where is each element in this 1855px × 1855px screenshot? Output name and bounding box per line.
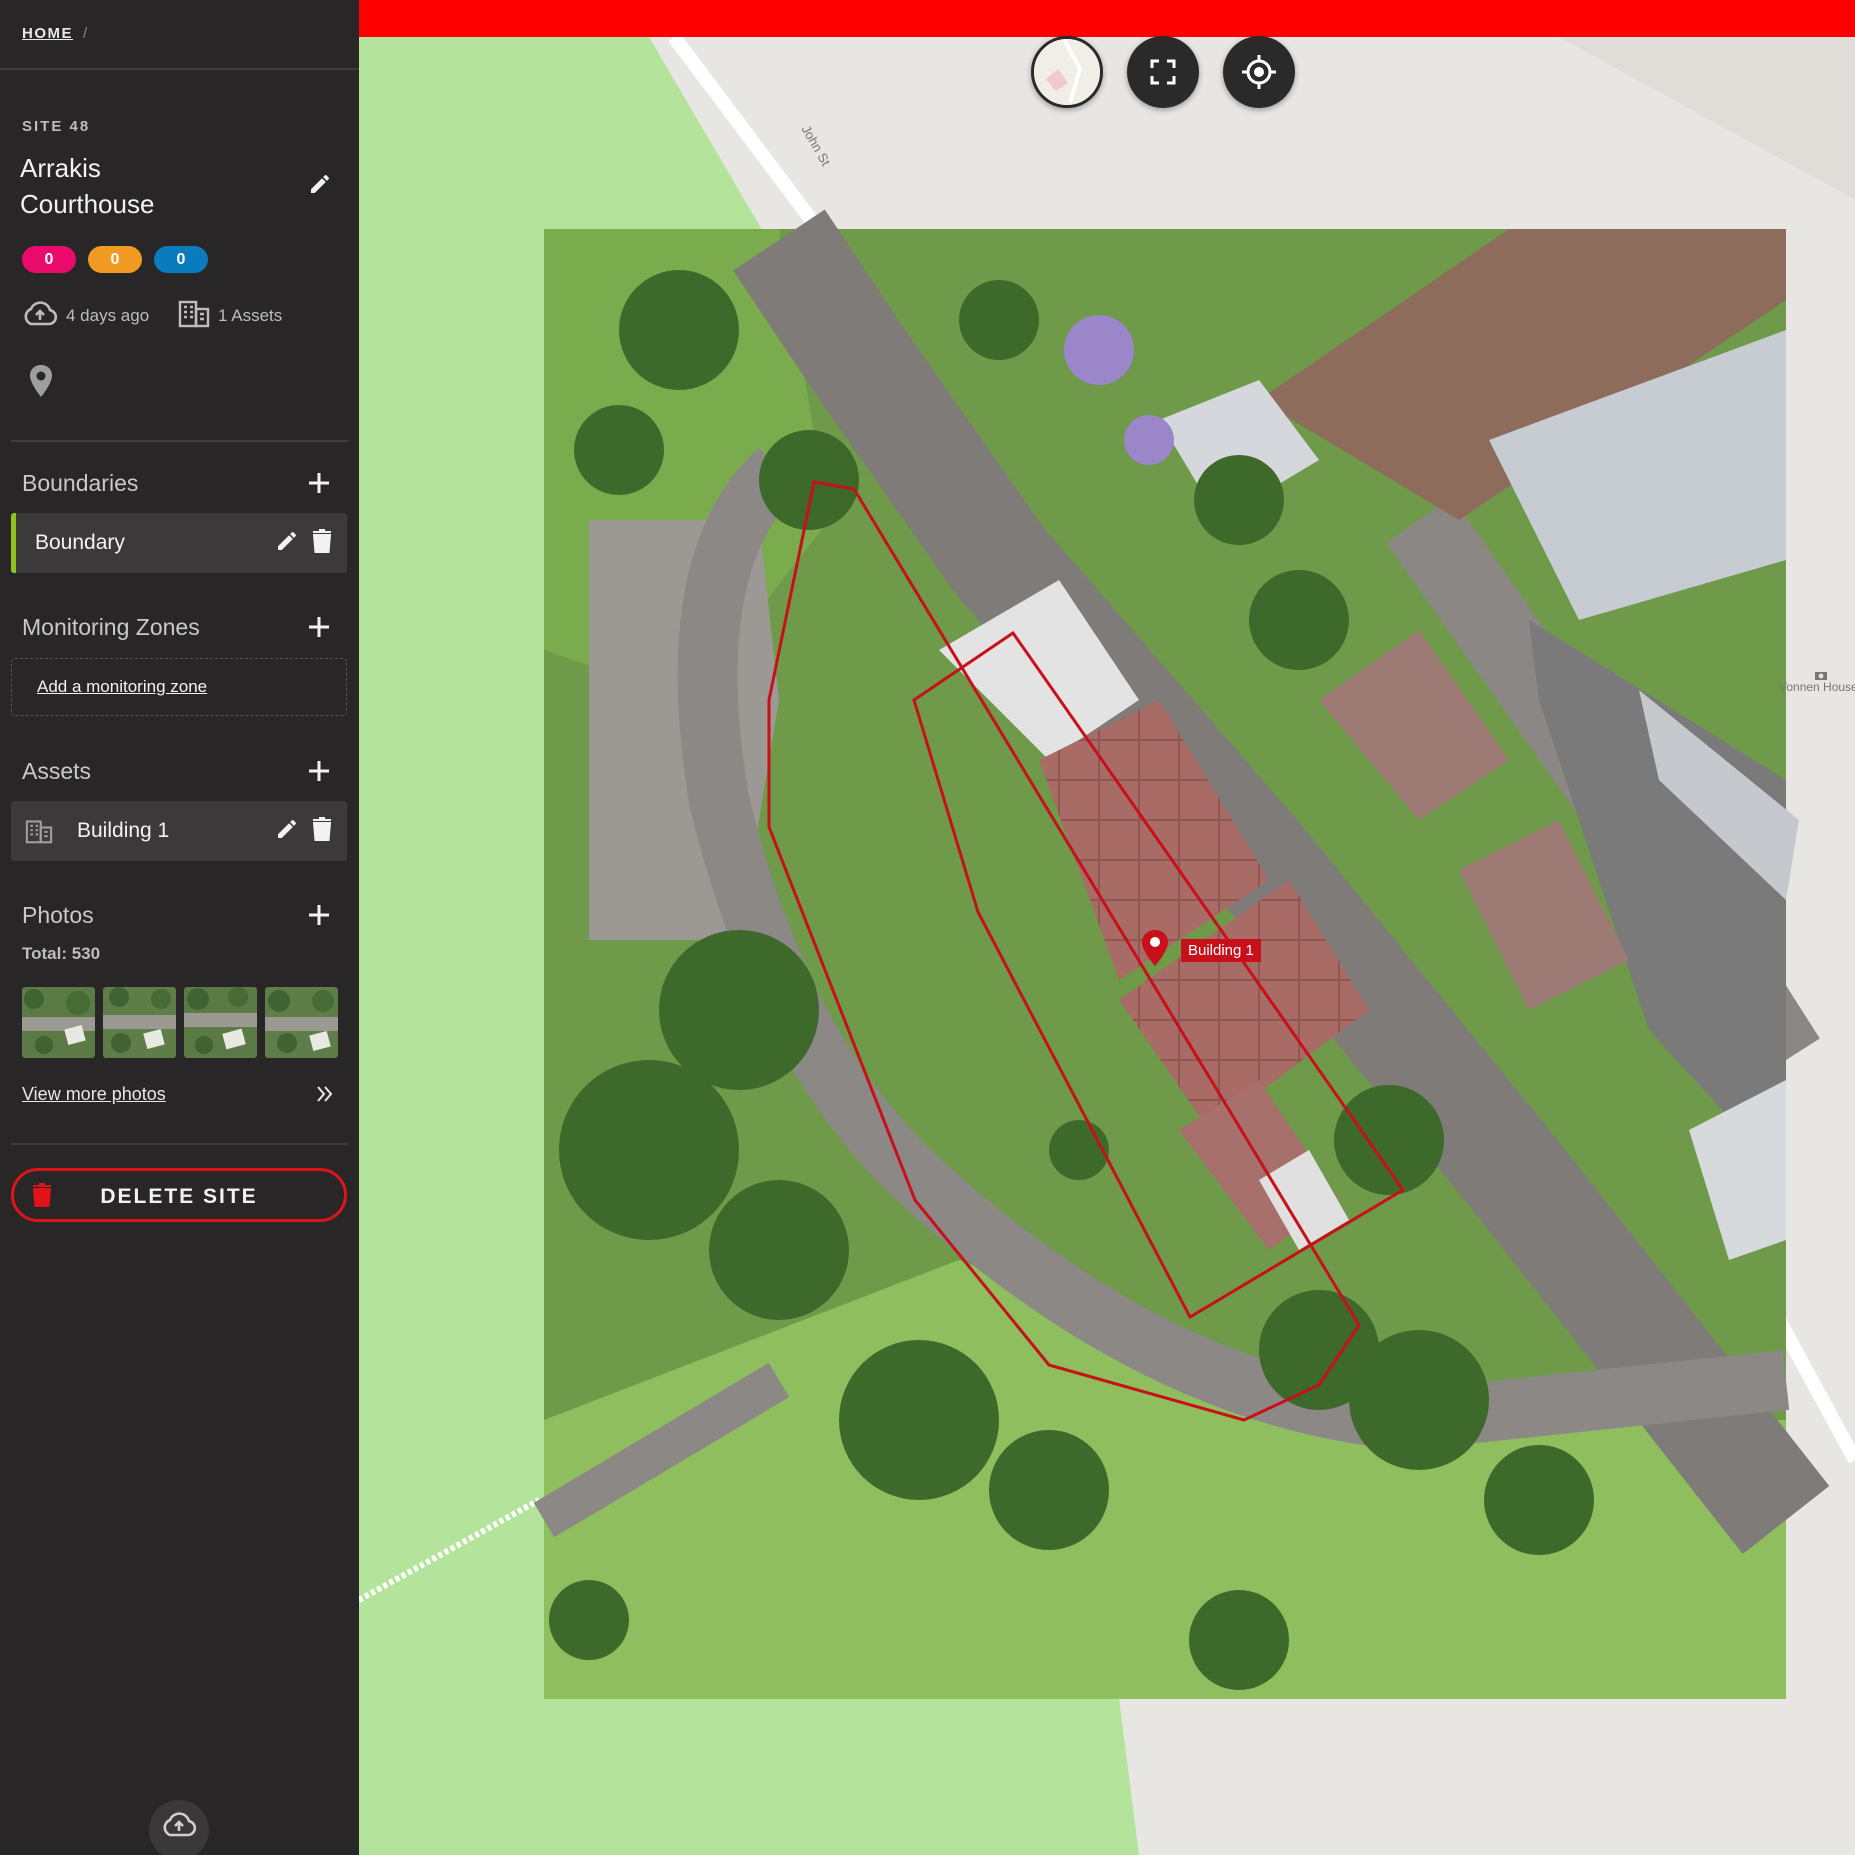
photo-thumbnail[interactable] [103,987,176,1058]
status-badge-warning: 0 [88,246,142,273]
delete-site-label: DELETE SITE [100,1185,258,1208]
status-counts: 0 0 0 [22,246,208,273]
breadcrumb-home-link[interactable]: HOME [22,25,73,42]
top-accent-bar [359,0,1855,37]
camera-icon [1814,668,1828,686]
add-monitoring-zone-link[interactable]: Add a monitoring zone [37,677,207,697]
photos-heading: Photos [22,902,94,928]
assets-count: 1 Assets [178,298,282,333]
boundary-color-bar [11,513,16,573]
edit-asset-icon[interactable] [275,817,301,845]
site-title: Arrakis Courthouse [20,153,155,219]
crosshair-icon [1241,54,1277,95]
breadcrumb-separator: / [83,25,89,42]
monitoring-zone-empty: Add a monitoring zone [11,658,347,716]
view-more-photos-link[interactable]: View more photos [22,1084,166,1105]
boundaries-heading: Boundaries [22,470,139,496]
divider [0,68,359,70]
delete-boundary-icon[interactable] [312,529,338,557]
map-canvas[interactable]: Building 1 John St Vonnen House [359,0,1855,1855]
map-pin-icon[interactable] [28,364,54,403]
fullscreen-button[interactable] [1127,36,1199,108]
delete-site-button[interactable]: DELETE SITE [11,1168,347,1222]
boundary-item[interactable]: Boundary [11,513,347,573]
add-asset-icon[interactable] [306,758,334,786]
asset-marker-label[interactable]: Building 1 [1181,939,1261,962]
photo-thumbnails [22,987,338,1058]
status-badge-critical: 0 [22,246,76,273]
asset-item[interactable]: Building 1 [11,801,347,861]
basemap-toggle-button[interactable] [1031,36,1103,108]
assets-count-text: 1 Assets [218,305,283,325]
orthophoto [533,209,1830,1699]
add-photo-icon[interactable] [306,902,334,930]
sidebar: HOME / SITE 48 Arrakis Courthouse 0 0 0 4… [0,0,359,1855]
breadcrumb: HOME / [22,25,89,42]
upload-button[interactable] [149,1800,209,1855]
photos-total: Total: 530 [22,944,101,963]
monitoring-zones-heading: Monitoring Zones [22,614,200,640]
locate-button[interactable] [1223,36,1295,108]
fullscreen-icon [1149,58,1177,91]
delete-asset-icon[interactable] [312,817,338,845]
building-icon [178,298,210,333]
last-upload-text: 4 days ago [66,305,150,325]
double-chevron-right-icon[interactable] [316,1084,334,1110]
site-number: SITE 48 [22,118,91,135]
map-layer [359,0,1855,1855]
edit-boundary-icon[interactable] [275,529,301,557]
cloud-upload-icon [22,298,58,333]
photo-thumbnail[interactable] [184,987,257,1058]
edit-site-icon[interactable] [308,172,336,200]
divider [11,440,348,442]
asset-item-label: Building 1 [77,819,170,842]
photo-thumbnail[interactable] [265,987,338,1058]
asset-marker-icon[interactable] [1140,929,1170,972]
last-upload: 4 days ago [22,298,149,333]
photo-thumbnail[interactable] [22,987,95,1058]
assets-heading: Assets [22,758,92,784]
status-badge-info: 0 [154,246,208,273]
divider [11,1143,348,1145]
cloud-upload-icon [161,1809,197,1844]
add-monitoring-zone-icon[interactable] [306,614,334,642]
boundary-item-label: Boundary [35,531,125,554]
add-boundary-icon[interactable] [306,470,334,498]
building-icon [25,818,53,846]
